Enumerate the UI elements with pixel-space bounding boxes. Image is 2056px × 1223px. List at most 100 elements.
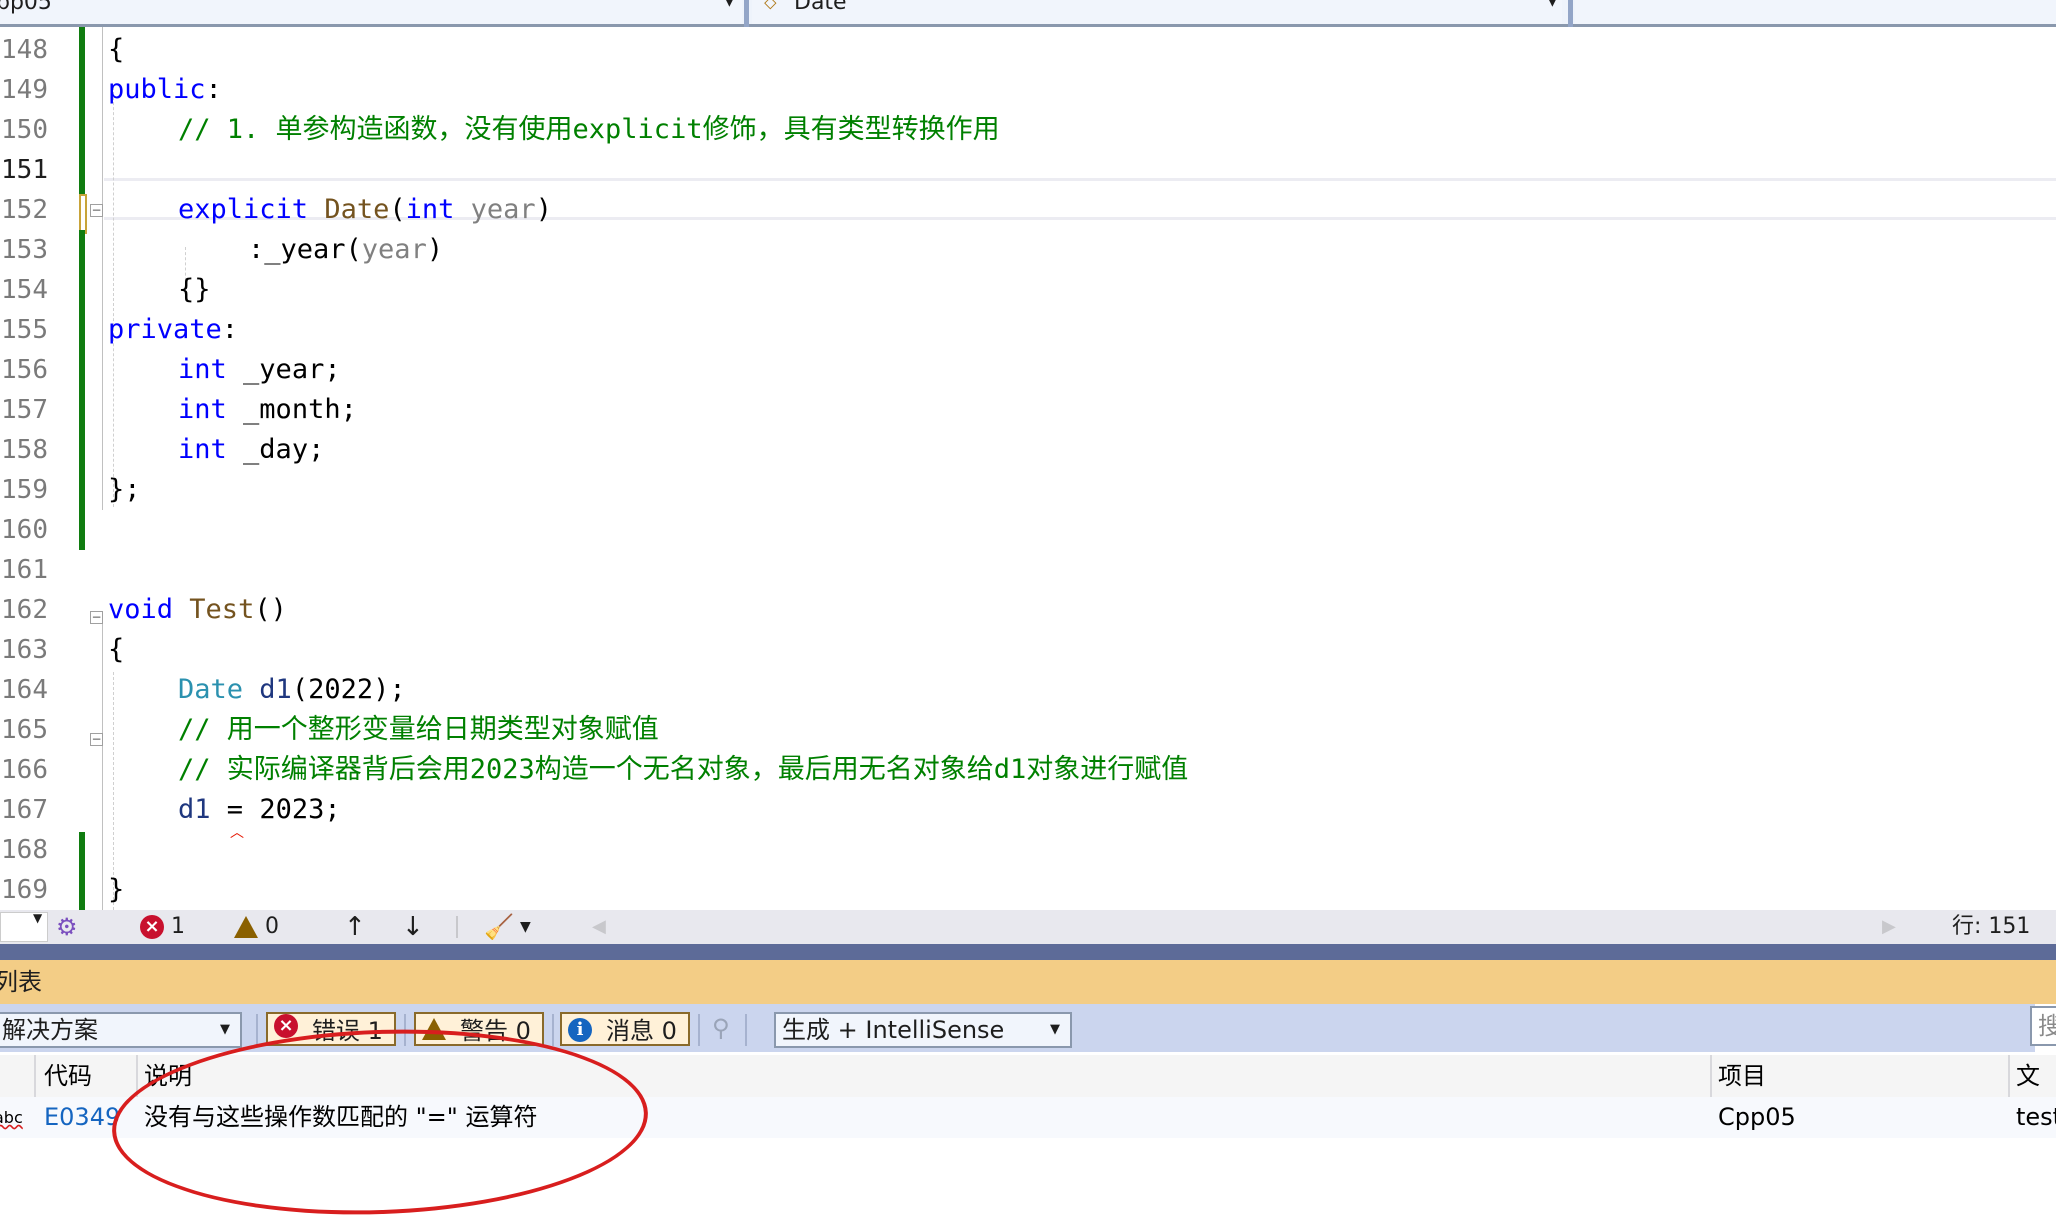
divider (456, 916, 458, 938)
code-line: } (108, 874, 125, 905)
line-number-current: 151 (1, 155, 48, 185)
literal: 2023; (259, 794, 341, 825)
code-line: int _month; (178, 390, 357, 430)
code-cleanup-icon[interactable]: 🧹 (484, 910, 514, 944)
outline-guide (102, 27, 103, 510)
collapse-icon[interactable]: − (90, 733, 103, 746)
line-number: 152 (1, 195, 48, 225)
change-indicator (79, 27, 85, 200)
member: _day; (243, 434, 325, 465)
source-dropdown[interactable]: 生成 + IntelliSense ▼ (774, 1012, 1072, 1048)
keyword: int (178, 354, 227, 385)
change-indicator (79, 832, 85, 910)
code-line: explicit Date(int year) (178, 190, 552, 230)
column-separator[interactable] (2008, 1055, 2010, 1097)
type-name: Date (178, 674, 244, 705)
scope-dropdown[interactable]: 解决方案 ▼ (0, 1012, 242, 1048)
brace: { (108, 34, 125, 65)
change-indicator (79, 230, 85, 550)
error-icon: × (140, 915, 164, 939)
column-header-code[interactable]: 代码 (44, 1055, 92, 1097)
member: _month; (243, 394, 357, 425)
comment: // 实际编译器背后会用2023构造一个无名对象，最后用无名对象给d1对象进行赋… (178, 754, 1189, 785)
filter-icon[interactable]: ⚲ (712, 1014, 730, 1042)
comment: // 1. 单参构造函数，没有使用explicit修饰，具有类型转换作用 (178, 114, 1000, 145)
indent-guide (113, 87, 114, 507)
class-dropdown[interactable]: ⬦ Date ▼ (752, 0, 1562, 24)
line-number: 149 (1, 75, 48, 105)
line-number: 153 (1, 235, 48, 265)
warning-count[interactable]: 0 (234, 910, 279, 944)
line-number: 158 (1, 435, 48, 465)
code-editor[interactable]: − − − 148 149 150 151 152 153 154 155 15… (0, 27, 2056, 910)
project-dropdown[interactable]: pp05 ▼ (0, 0, 742, 24)
error-code-link[interactable]: E0349 (44, 1097, 120, 1138)
divider (256, 1014, 258, 1046)
member: _year; (243, 354, 341, 385)
chevron-down-icon: ▼ (724, 0, 735, 9)
comment: // 用一个整形变量给日期类型对象赋值 (178, 714, 659, 745)
parameter: year (361, 234, 427, 265)
code-line: int _year; (178, 350, 341, 390)
error-list-title: 列表 (0, 960, 2056, 1004)
divider (744, 0, 749, 27)
messages-filter-button[interactable]: i 消息 0 (560, 1012, 690, 1046)
divider (698, 1014, 700, 1046)
line-number: 164 (1, 675, 48, 705)
keyword: public (108, 74, 206, 105)
error-icon: × (274, 1014, 298, 1038)
scroll-left-icon[interactable]: ◀ (592, 910, 606, 944)
line-number: 161 (1, 555, 48, 585)
punct: () (254, 594, 287, 625)
function-name: Test (189, 594, 255, 625)
function-name: Date (324, 194, 390, 225)
previous-issue-button[interactable]: ↑ (344, 910, 366, 944)
info-icon: i (568, 1018, 592, 1042)
code-line: void Test() (108, 590, 287, 630)
member-dropdown[interactable] (1575, 0, 2056, 24)
column-header-project[interactable]: 项目 (1718, 1055, 1766, 1097)
panel-separator (0, 944, 2056, 960)
column-separator[interactable] (34, 1055, 36, 1097)
zoom-dropdown[interactable]: ▼ (0, 911, 48, 942)
class-dropdown-value: Date (794, 0, 847, 15)
error-count[interactable]: × 1 (140, 910, 185, 944)
line-number: 168 (1, 835, 48, 865)
line-number: 167 (1, 795, 48, 825)
line-number: 160 (1, 515, 48, 545)
source-dropdown-value: 生成 + IntelliSense (782, 1016, 1005, 1044)
code-line: :_year(year) (248, 230, 443, 270)
next-issue-button[interactable]: ↓ (402, 910, 424, 944)
divider (745, 1014, 747, 1046)
parameter: year (470, 194, 536, 225)
initializer: :_year( (248, 234, 362, 265)
chevron-down-icon[interactable]: ▼ (520, 910, 531, 944)
keyword: int (405, 194, 455, 225)
divider (1568, 0, 1573, 27)
punct: ) (426, 234, 444, 265)
line-number: 163 (1, 635, 48, 665)
punct: ( (389, 194, 406, 225)
punct: : (221, 314, 239, 345)
collapse-icon[interactable]: − (90, 611, 103, 624)
line-number: 162 (1, 595, 48, 625)
line-number: 150 (1, 115, 48, 145)
search-input[interactable]: 搜 (2030, 1006, 2056, 1046)
code-line: { (108, 30, 124, 70)
intellicode-icon[interactable]: ⚙ (56, 910, 78, 944)
error-operator: = (226, 794, 244, 825)
scroll-right-icon[interactable]: ▶ (1882, 910, 1896, 944)
scope-dropdown-value: 解决方案 (2, 1016, 98, 1044)
column-separator[interactable] (1710, 1055, 1712, 1097)
punct: ) (535, 194, 552, 225)
keyword: int (178, 434, 227, 465)
error-file: test (2016, 1103, 2056, 1131)
chevron-down-icon: ▼ (220, 1022, 230, 1037)
collapse-icon[interactable]: − (90, 204, 103, 217)
project-dropdown-value: pp05 (0, 0, 52, 15)
change-indicator-unsaved (79, 194, 87, 234)
editor-status-bar: ▼ ⚙ × 1 0 ↑ ↓ 🧹 ▼ ◀ ▶ 行: 151 (0, 910, 2056, 944)
error-project: Cpp05 (1718, 1103, 1796, 1131)
outline-guide (102, 622, 103, 910)
code-line: d1 = 2023; (178, 790, 341, 830)
